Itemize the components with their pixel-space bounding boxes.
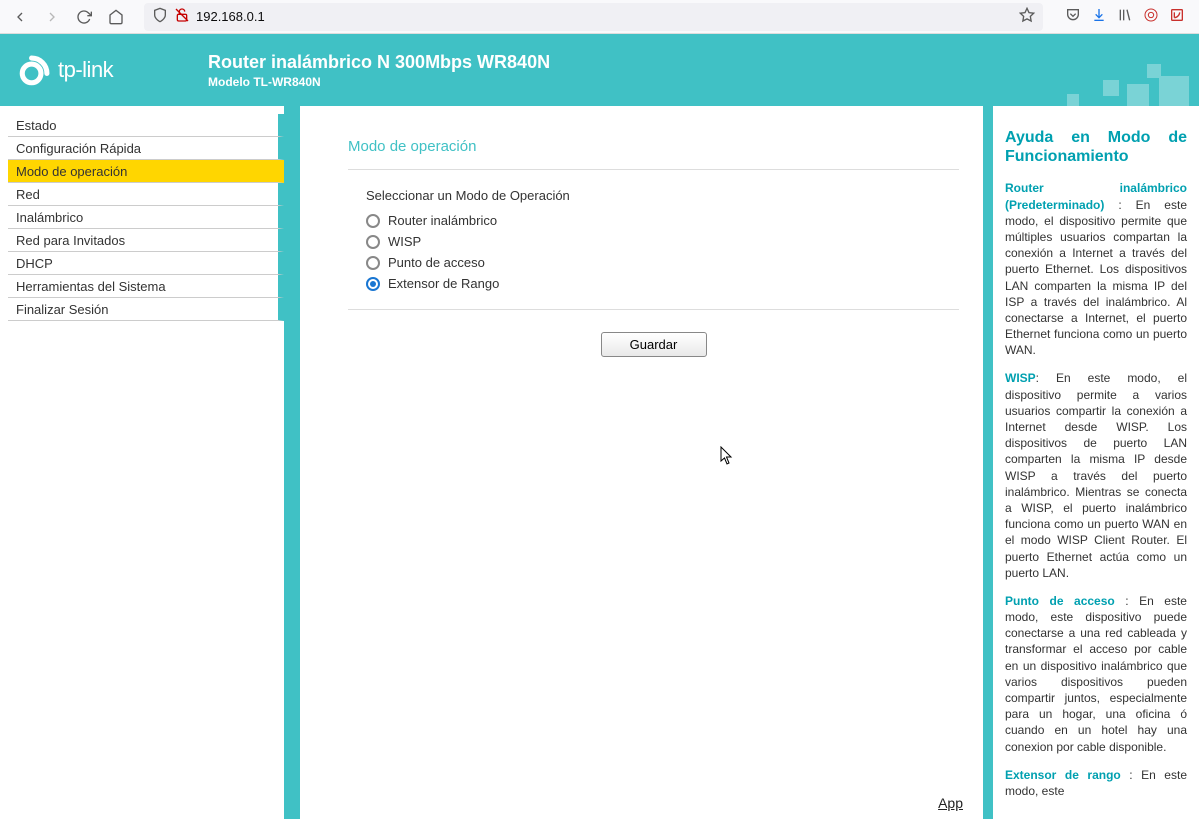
browser-toolbar: 192.168.0.1 [0, 0, 1199, 34]
lock-insecure-icon [174, 7, 190, 26]
help-paragraph-ap: Punto de acceso : En este modo, este dis… [1005, 593, 1187, 755]
page-subtitle: Modelo TL-WR840N [208, 75, 550, 89]
radio-label: Router inalámbrico [388, 213, 497, 228]
sidebar-item-label: Finalizar Sesión [16, 302, 109, 317]
sidebar-item-label: Configuración Rápida [16, 141, 141, 156]
sidebar-item-quick-setup[interactable]: Configuración Rápida [8, 137, 284, 160]
mouse-cursor-icon [720, 446, 736, 466]
radio-icon [366, 214, 380, 228]
section-title: Modo de operación [348, 138, 959, 155]
radio-label: WISP [388, 234, 421, 249]
sidebar-item-network[interactable]: Red [8, 183, 284, 206]
url-text: 192.168.0.1 [196, 9, 1013, 24]
sidebar-item-label: Modo de operación [16, 164, 127, 179]
shield-icon [152, 7, 168, 26]
download-icon[interactable] [1091, 7, 1107, 26]
pocket-icon[interactable] [1065, 7, 1081, 26]
sidebar-item-wireless[interactable]: Inalámbrico [8, 206, 284, 229]
sidebar-item-logout[interactable]: Finalizar Sesión [8, 298, 284, 321]
home-button[interactable] [104, 5, 128, 29]
app-link[interactable]: App [938, 795, 963, 811]
router-header: tp-link Router inalámbrico N 300Mbps WR8… [0, 34, 1199, 106]
toolbar-right [1059, 7, 1191, 26]
help-paragraph-router: Router inalámbrico (Predeterminado) : En… [1005, 180, 1187, 358]
radio-icon [366, 256, 380, 270]
divider [348, 169, 959, 170]
reload-button[interactable] [72, 5, 96, 29]
help-paragraph-extender: Extensor de rango : En este modo, este [1005, 767, 1187, 799]
help-title: Ayuda en Modo de Funcionamiento [1005, 128, 1187, 166]
divider [348, 309, 959, 310]
main-panel: Modo de operación Seleccionar un Modo de… [300, 106, 983, 819]
sidebar-item-label: Estado [16, 118, 56, 133]
radio-wisp[interactable]: WISP [366, 234, 959, 249]
back-button[interactable] [8, 5, 32, 29]
sidebar-item-label: Red para Invitados [16, 233, 125, 248]
url-bar[interactable]: 192.168.0.1 [144, 3, 1043, 31]
sidebar-item-label: DHCP [16, 256, 53, 271]
radio-access-point[interactable]: Punto de acceso [366, 255, 959, 270]
radio-label: Extensor de Rango [388, 276, 499, 291]
brand-text: tp-link [58, 57, 113, 83]
sidebar-item-label: Inalámbrico [16, 210, 83, 225]
sidebar-item-operation-mode[interactable]: Modo de operación [8, 160, 284, 183]
field-label: Seleccionar un Modo de Operación [366, 188, 959, 203]
header-decoration [999, 34, 1199, 106]
radio-range-extender[interactable]: Extensor de Rango [366, 276, 959, 291]
radio-icon [366, 235, 380, 249]
radio-wireless-router[interactable]: Router inalámbrico [366, 213, 959, 228]
column-gutter [284, 106, 300, 819]
sidebar-nav: Estado Configuración Rápida Modo de oper… [0, 106, 284, 819]
library-icon[interactable] [1117, 7, 1133, 26]
sidebar-item-guest-network[interactable]: Red para Invitados [8, 229, 284, 252]
forward-button[interactable] [40, 5, 64, 29]
sidebar-item-label: Herramientas del Sistema [16, 279, 166, 294]
sidebar-item-label: Red [16, 187, 40, 202]
help-panel: Ayuda en Modo de Funcionamiento Router i… [983, 106, 1199, 819]
page-title: Router inalámbrico N 300Mbps WR840N [208, 52, 550, 73]
radio-icon-selected [366, 277, 380, 291]
help-paragraph-wisp: WISP: En este modo, el dispositivo permi… [1005, 370, 1187, 580]
sidebar-item-estado[interactable]: Estado [8, 114, 284, 137]
radio-label: Punto de acceso [388, 255, 485, 270]
sidebar-item-dhcp[interactable]: DHCP [8, 252, 284, 275]
brand-logo: tp-link [18, 53, 188, 87]
extension-icon-1[interactable] [1143, 7, 1159, 26]
save-button[interactable]: Guardar [601, 332, 707, 357]
extension-icon-2[interactable] [1169, 7, 1185, 26]
sidebar-item-system-tools[interactable]: Herramientas del Sistema [8, 275, 284, 298]
star-icon[interactable] [1019, 7, 1035, 26]
